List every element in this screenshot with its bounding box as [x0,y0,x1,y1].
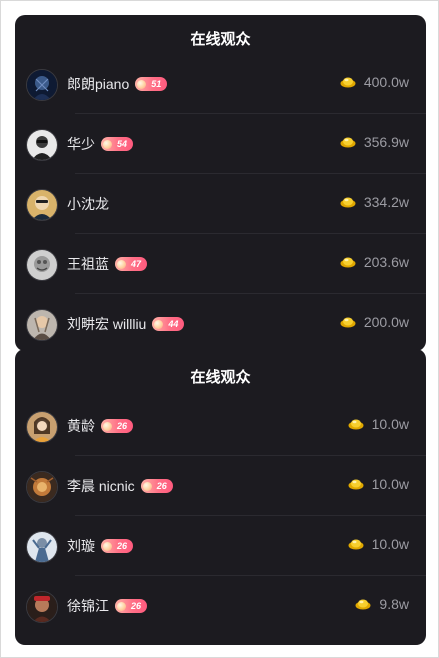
fan-level-number: 26 [117,421,128,431]
avatar[interactable] [26,471,58,503]
avatar[interactable] [26,309,58,341]
gold-ingot-icon [340,76,356,88]
fan-level-gem-icon [142,481,152,491]
viewer-name-text: 徐锦江 [67,598,109,614]
fan-level-number: 47 [131,259,142,269]
fan-level-badge: 26 [101,539,134,553]
viewer-name: 华少 54 [67,134,134,154]
gold-ingot-icon [340,136,356,148]
fan-level-number: 51 [151,79,162,89]
viewer-name-text: 刘璇 [67,538,95,554]
audience-row[interactable]: 徐锦江 26 9.8w [15,576,426,636]
contribution-value: 10.0w [348,476,409,492]
contribution-amount: 200.0w [363,314,409,330]
contribution-amount: 10.0w [371,536,409,552]
fan-level-number: 26 [117,541,128,551]
avatar[interactable] [26,249,58,281]
viewer-name-text: 郎朗piano [67,76,130,92]
contribution-value: 9.8w [355,596,409,612]
gold-ingot-icon [355,598,371,610]
gold-ingot-icon [348,418,364,430]
fan-level-number: 54 [117,139,128,149]
audience-row[interactable]: 王祖蓝 47 203.6w [15,234,426,294]
audience-panel-bottom: 在线观众 黄龄 26 10.0w 李晨 nicnic 26 10.0w 刘璇 2… [15,349,426,645]
contribution-amount: 400.0w [363,74,409,90]
fan-level-gem-icon [103,421,112,431]
viewer-name: 王祖蓝 47 [67,254,148,274]
avatar[interactable] [26,129,58,161]
viewer-name: 刘璇 26 [67,536,134,556]
viewer-name-text: 王祖蓝 [67,256,109,272]
panel-title: 在线观众 [190,369,251,386]
fan-level-gem-icon [117,259,126,269]
gold-ingot-icon [348,478,364,490]
gold-ingot-icon [340,316,356,328]
contribution-value: 10.0w [348,416,409,432]
contribution-amount: 9.8w [379,596,409,612]
avatar[interactable] [26,411,58,443]
contribution-value: 203.6w [340,254,409,270]
fan-level-badge: 26 [101,419,134,433]
viewer-name: 黄龄 26 [67,416,134,436]
contribution-amount: 203.6w [363,254,409,270]
gold-ingot-icon [348,538,364,550]
viewer-name-text: 黄龄 [67,418,95,434]
fan-level-number: 26 [156,481,167,491]
viewer-name-text: 刘畊宏 willliu [67,316,147,332]
contribution-value: 356.9w [340,134,409,150]
fan-level-gem-icon [103,139,112,149]
fan-level-gem-icon [137,79,147,89]
contribution-amount: 334.2w [363,194,409,210]
fan-level-badge: 51 [135,77,168,91]
panel-title: 在线观众 [190,31,251,48]
contribution-value: 10.0w [348,536,409,552]
avatar[interactable] [26,189,58,221]
viewer-name-text: 华少 [67,136,95,152]
fan-level-badge: 26 [115,599,148,613]
avatar[interactable] [26,531,58,563]
viewer-name: 小沈龙 [67,194,109,214]
screenshot-frame: 在线观众 郎朗piano 51 400.0w 华少 54 356.9w 小沈龙 … [0,0,439,658]
viewer-name: 郎朗piano 51 [67,74,168,94]
contribution-value: 334.2w [340,194,409,210]
audience-row[interactable]: 郎朗piano 51 400.0w [15,54,426,114]
avatar[interactable] [26,69,58,101]
fan-level-badge: 47 [115,257,148,271]
contribution-amount: 356.9w [363,134,409,150]
fan-level-gem-icon [103,541,112,551]
audience-row[interactable]: 李晨 nicnic 26 10.0w [15,456,426,516]
audience-row[interactable]: 刘畊宏 willliu 44 200.0w [15,294,426,351]
gold-ingot-icon [340,256,356,268]
fan-level-badge: 44 [152,317,185,331]
fan-level-gem-icon [117,601,126,611]
fan-level-number: 26 [131,601,142,611]
viewer-name: 徐锦江 26 [67,596,148,616]
contribution-value: 400.0w [340,74,409,90]
fan-level-number: 44 [168,319,179,329]
gold-ingot-icon [340,196,356,208]
contribution-value: 200.0w [340,314,409,330]
viewer-name-text: 小沈龙 [67,196,109,212]
avatar[interactable] [26,591,58,623]
audience-panel-top: 在线观众 郎朗piano 51 400.0w 华少 54 356.9w 小沈龙 … [15,15,426,351]
audience-row[interactable]: 华少 54 356.9w [15,114,426,174]
fan-level-badge: 26 [140,479,173,493]
audience-row[interactable]: 小沈龙 334.2w [15,174,426,234]
contribution-amount: 10.0w [371,416,409,432]
fan-level-gem-icon [154,319,164,329]
viewer-name: 刘畊宏 willliu 44 [67,314,185,334]
viewer-name: 李晨 nicnic 26 [67,476,173,496]
contribution-amount: 10.0w [371,476,409,492]
fan-level-badge: 54 [101,137,134,151]
audience-row[interactable]: 黄龄 26 10.0w [15,396,426,456]
audience-row[interactable]: 刘璇 26 10.0w [15,516,426,576]
viewer-name-text: 李晨 nicnic [67,478,135,494]
